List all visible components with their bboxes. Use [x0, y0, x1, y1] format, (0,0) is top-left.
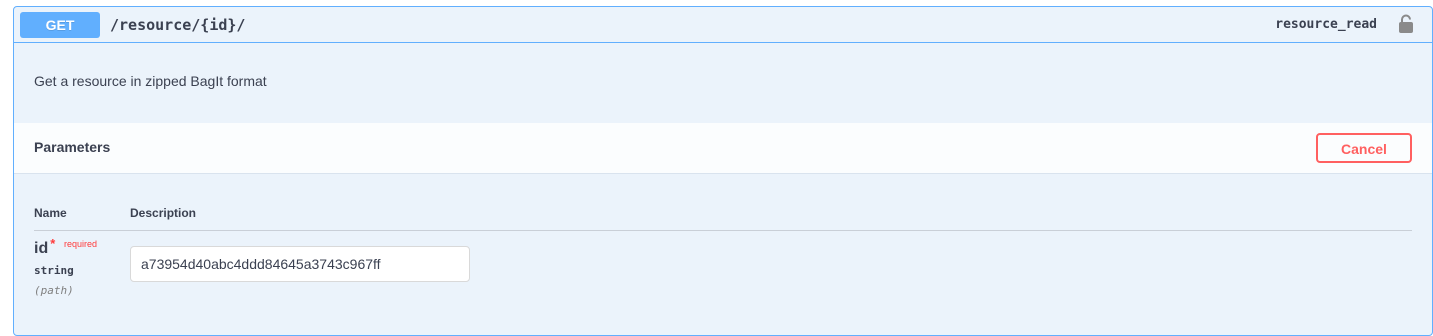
parameter-name-text: id	[34, 240, 49, 257]
parameter-type: string	[34, 264, 74, 277]
parameters-title: Parameters	[34, 139, 111, 155]
parameter-location: (path)	[34, 284, 74, 297]
operation-block: GET /resource/{id}/ resource_read Get a …	[13, 6, 1433, 336]
parameter-name: id *	[34, 236, 55, 258]
required-label: required	[64, 239, 98, 249]
operation-id: resource_read	[1275, 17, 1377, 32]
operation-description: Get a resource in zipped BagIt format	[34, 73, 267, 89]
column-header-name: Name	[34, 206, 67, 220]
table-divider	[34, 230, 1412, 231]
column-header-description: Description	[130, 206, 197, 220]
required-marker: *	[50, 236, 56, 251]
operation-summary[interactable]: GET /resource/{id}/ resource_read	[14, 7, 1432, 43]
parameters-header: Parameters Cancel	[14, 123, 1432, 174]
cancel-button[interactable]: Cancel	[1316, 133, 1412, 163]
id-input[interactable]	[130, 246, 470, 282]
method-badge: GET	[20, 12, 100, 38]
endpoint-path: /resource/{id}/	[110, 16, 246, 34]
lock-icon[interactable]	[1397, 14, 1415, 34]
